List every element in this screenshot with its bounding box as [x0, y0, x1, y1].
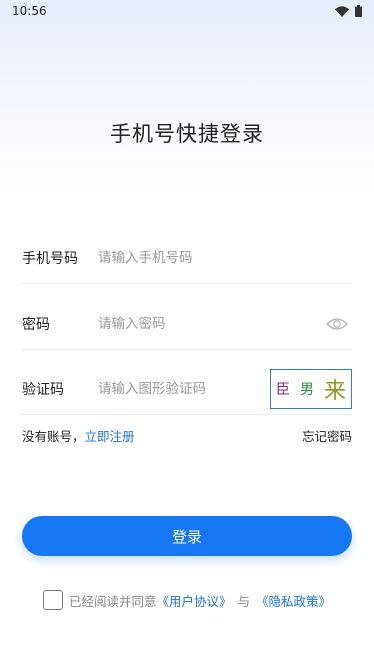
- agreement-and: 与: [237, 593, 251, 609]
- login-button[interactable]: 登录: [22, 516, 352, 556]
- battery-icon: [355, 2, 362, 21]
- status-time: 10:56: [12, 4, 47, 18]
- privacy-policy-link[interactable]: 《隐私政策》: [256, 591, 331, 610]
- captcha-row: 验证码 臣 男 来: [22, 363, 352, 415]
- no-account-text: 没有账号，: [22, 429, 85, 444]
- eye-icon[interactable]: [326, 313, 348, 335]
- user-agreement-link[interactable]: 《用户协议》: [156, 591, 231, 610]
- wifi-icon: [335, 2, 349, 21]
- auth-links: 没有账号，立即注册 忘记密码: [22, 426, 352, 445]
- captcha-char: 男: [299, 381, 314, 398]
- status-icons: [335, 2, 362, 21]
- agreement-checkbox[interactable]: [42, 590, 63, 610]
- page-title: 手机号快捷登录: [110, 122, 264, 146]
- captcha-char: 来: [323, 378, 346, 404]
- password-label: 密码: [22, 316, 50, 333]
- captcha-input[interactable]: [98, 373, 270, 404]
- register-prompt: 没有账号，立即注册: [22, 426, 135, 445]
- phone-label: 手机号码: [22, 250, 78, 267]
- captcha-image[interactable]: 臣 男 来: [270, 368, 352, 409]
- forgot-password-link[interactable]: 忘记密码: [302, 426, 352, 445]
- register-link[interactable]: 立即注册: [85, 429, 135, 444]
- captcha-char: 臣: [275, 381, 290, 398]
- password-row: 密码: [22, 298, 352, 350]
- phone-input[interactable]: [98, 242, 352, 273]
- phone-row: 手机号码: [22, 232, 352, 284]
- status-bar: 10:56: [0, 0, 374, 22]
- captcha-label: 验证码: [22, 381, 64, 398]
- agreement: 已经阅读并同意 《用户协议》 与 《隐私政策》: [0, 590, 374, 610]
- agreement-prefix: 已经阅读并同意: [68, 593, 157, 609]
- password-input[interactable]: [98, 308, 326, 339]
